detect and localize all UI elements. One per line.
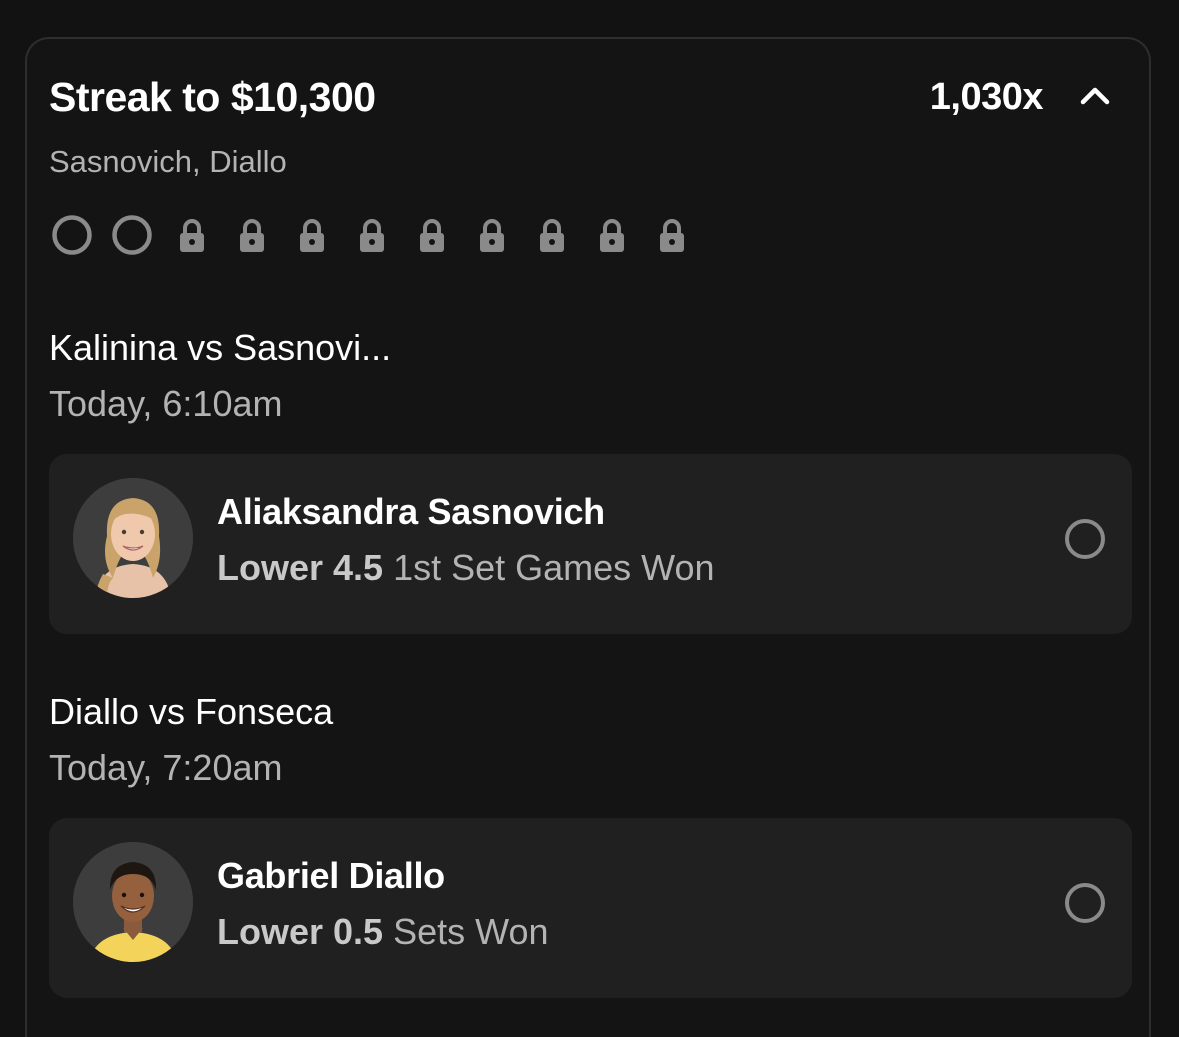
progress-locked-slot [411,214,453,256]
progress-locked-slot [531,214,573,256]
player-avatar [73,842,193,962]
streak-header[interactable]: Streak to $10,300 1,030x [49,69,1119,125]
progress-locked-slot [351,214,393,256]
pick-card[interactable]: Gabriel Diallo Lower 0.5 Sets Won [49,818,1132,998]
select-pick-button[interactable] [1064,518,1106,560]
select-pick-button[interactable] [1064,882,1106,924]
game-time: Today, 6:10am [49,383,283,424]
lock-icon [180,219,204,252]
lock-icon [360,219,384,252]
lock-icon [540,219,564,252]
streak-players: Sasnovich, Diallo [49,144,287,179]
game-time: Today, 7:20am [49,747,283,788]
pick-direction: Lower 0.5 [217,911,384,952]
chevron-up-icon [1080,87,1110,105]
progress-locked-slot [231,214,273,256]
player-avatar [73,478,193,598]
lock-icon [240,219,264,252]
pick-stat: Sets Won [393,911,549,952]
collapse-button[interactable] [1071,73,1119,121]
progress-locked-slot [171,214,213,256]
streak-multiplier: 1,030x [929,76,1044,118]
lock-icon [480,219,504,252]
lock-icon [420,219,444,252]
pick-line: Lower 4.5 1st Set Games Won [217,546,715,590]
game-matchup: Diallo vs Fonseca [49,691,334,732]
streak-progress [51,214,711,256]
progress-locked-slot [471,214,513,256]
player-name: Aliaksandra Sasnovich [217,491,605,532]
streak-title: Streak to $10,300 [49,74,376,120]
empty-circle-icon [52,215,92,255]
empty-circle-icon [1065,519,1105,559]
lock-icon [300,219,324,252]
pick-card[interactable]: Aliaksandra Sasnovich Lower 4.5 1st Set … [49,454,1132,634]
progress-open-slot [111,214,153,256]
empty-circle-icon [1065,883,1105,923]
lock-icon [660,219,684,252]
game-matchup: Kalinina vs Sasnovi... [49,327,392,368]
lock-icon [600,219,624,252]
streak-card: Streak to $10,300 1,030x Sasnovich, Dial… [25,37,1151,1037]
empty-circle-icon [112,215,152,255]
player-name: Gabriel Diallo [217,855,445,896]
progress-locked-slot [291,214,333,256]
progress-locked-slot [591,214,633,256]
pick-direction: Lower 4.5 [217,547,384,588]
progress-open-slot [51,214,93,256]
player-photo [73,842,193,962]
player-photo [73,478,193,598]
progress-locked-slot [651,214,693,256]
pick-line: Lower 0.5 Sets Won [217,910,549,954]
pick-stat: 1st Set Games Won [393,547,715,588]
